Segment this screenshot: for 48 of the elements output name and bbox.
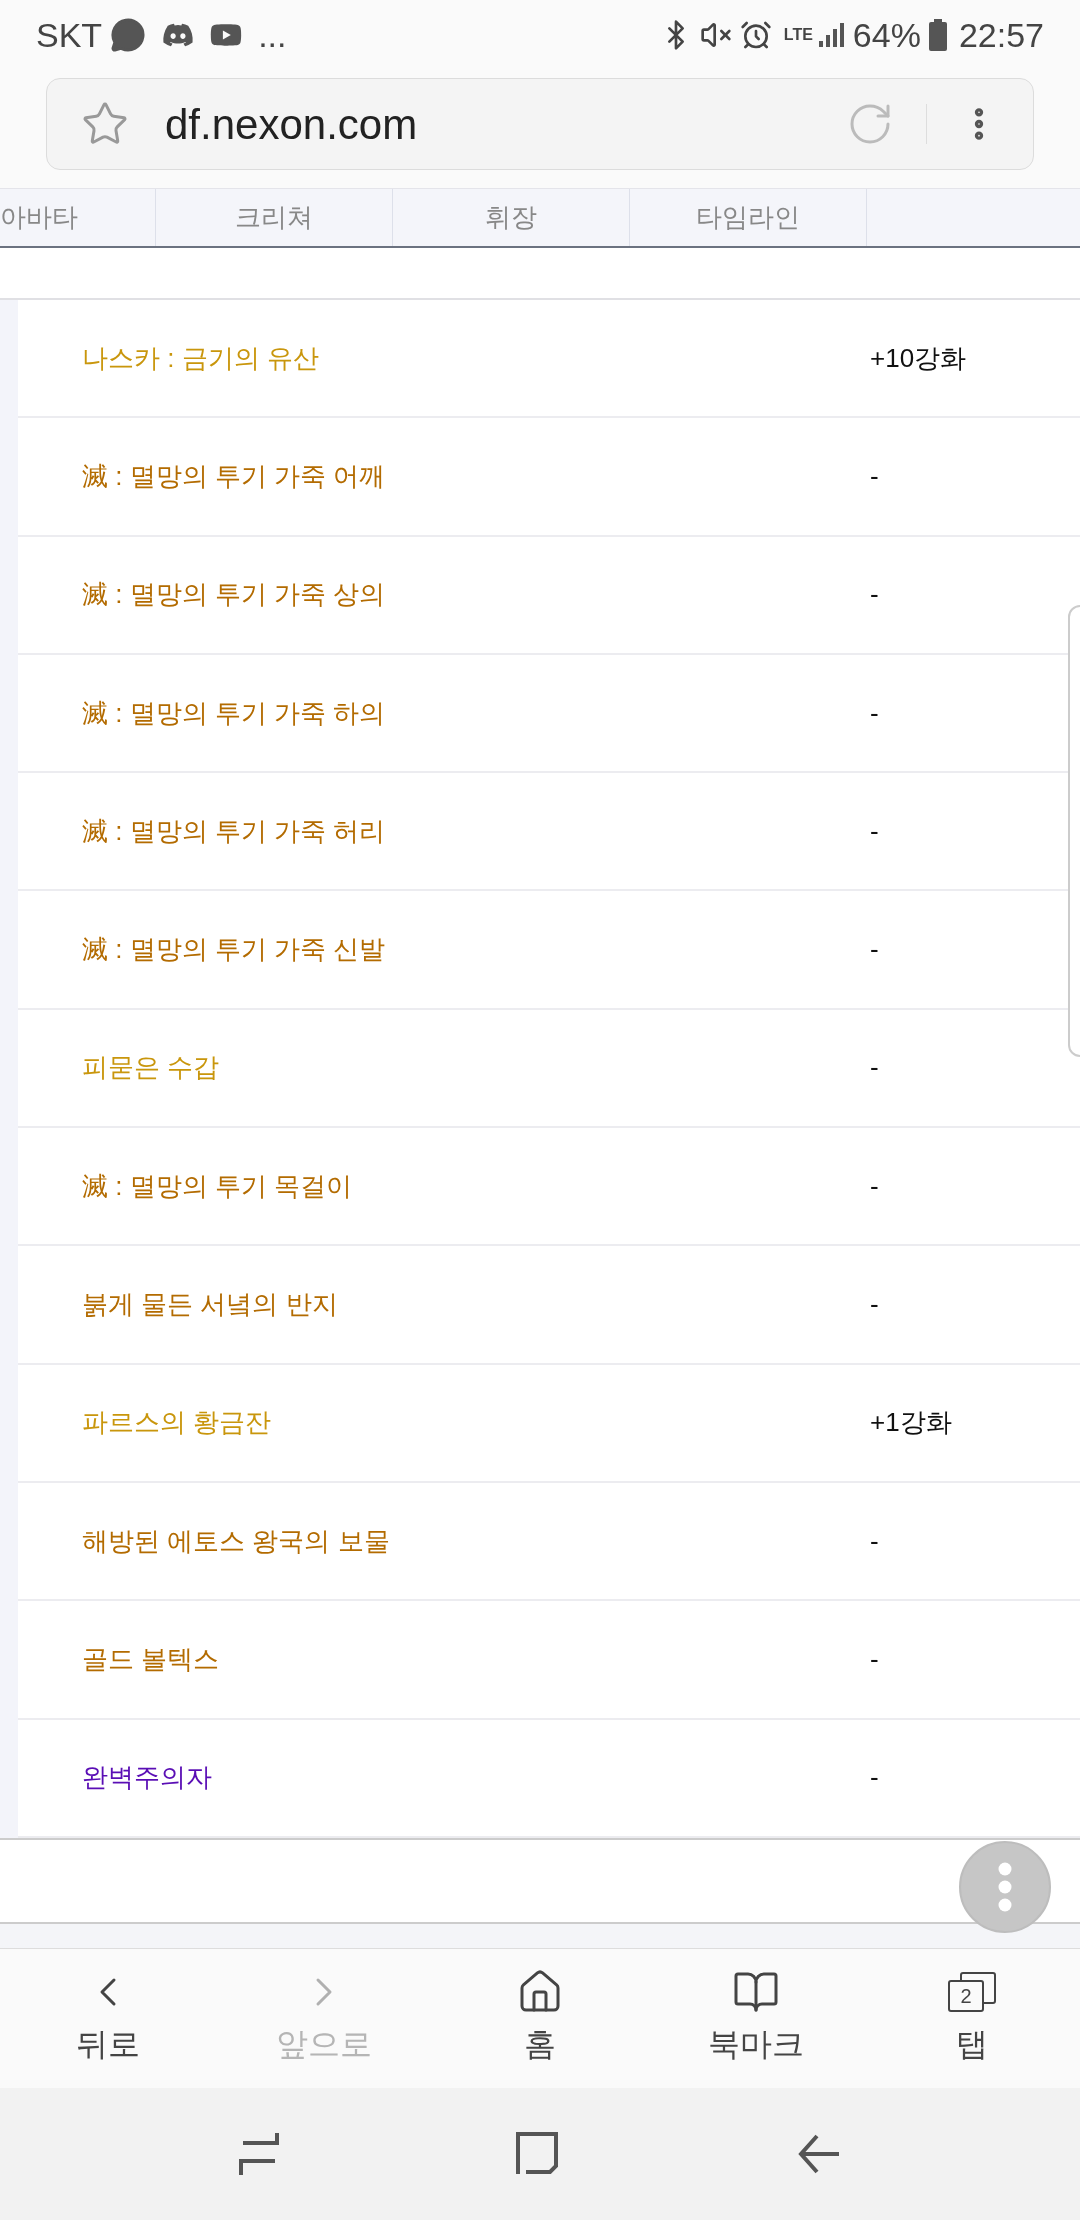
chat-bubble-icon — [110, 17, 147, 53]
nav-button[interactable]: 홈 — [432, 1948, 648, 2088]
enhancement-value: - — [870, 1169, 879, 1203]
enhancement-value: - — [870, 1524, 879, 1558]
item-name[interactable]: 피묻은 수갑 — [18, 1048, 870, 1088]
item-name[interactable]: 滅 : 멸망의 투기 가죽 하의 — [18, 693, 870, 733]
battery-icon — [928, 19, 947, 51]
alarm-icon — [739, 19, 772, 51]
carrier: SKT — [36, 14, 103, 56]
item-name[interactable]: 滅 : 멸망의 투기 가죽 어깨 — [18, 456, 870, 496]
address-bar[interactable]: df.nexon.com — [46, 78, 1034, 170]
enhancement-value: +1강화 — [870, 1406, 952, 1440]
battery-percent: 64% — [852, 14, 921, 56]
item-name[interactable]: 나스카 : 금기의 유산 — [18, 338, 870, 378]
enhancement-value: - — [870, 1761, 879, 1795]
item-name[interactable]: 파르스의 황금잔 — [18, 1403, 870, 1443]
clock: 22:57 — [958, 14, 1044, 56]
enhancement-value: - — [870, 459, 879, 493]
enhancement-value: - — [870, 1642, 879, 1676]
category-tab[interactable]: 휘장 — [393, 189, 630, 246]
network-type: LTE — [783, 25, 813, 45]
item-name[interactable]: 완벽주의자 — [18, 1758, 870, 1798]
item-name[interactable]: 滅 : 멸망의 투기 목걸이 — [18, 1166, 870, 1206]
home-key-icon[interactable] — [516, 2131, 560, 2176]
category-tab[interactable]: 타임라인 — [630, 189, 867, 246]
category-tab[interactable]: 아바타 — [0, 189, 156, 246]
item-name[interactable]: 滅 : 멸망의 투기 가죽 허리 — [18, 811, 870, 851]
more-icon — [998, 1862, 1012, 1912]
item-name[interactable]: 滅 : 멸망의 투기 가죽 신발 — [18, 930, 870, 970]
item-name[interactable]: 붉게 물든 서녘의 반지 — [18, 1285, 870, 1324]
item-name[interactable]: 해방된 에토스 왕국의 보물 — [18, 1521, 870, 1561]
item-name[interactable]: 골드 볼텍스 — [18, 1639, 870, 1679]
signal-icon — [816, 21, 845, 49]
nav-button[interactable]: 2 탭 — [864, 1948, 1080, 2088]
category-tab[interactable]: 크리쳐 — [156, 189, 393, 246]
recent-apps-icon[interactable] — [238, 2130, 279, 2177]
enhancement-value: - — [870, 814, 879, 848]
nav-button[interactable]: 뒤로 — [0, 1948, 216, 2088]
enhancement-value: - — [870, 578, 879, 612]
enhancement-value: - — [870, 933, 879, 967]
nav-button[interactable]: 북마크 — [648, 1948, 864, 2088]
enhancement-value: +10강화 — [870, 341, 967, 375]
url-text: df.nexon.com — [165, 99, 418, 150]
enhancement-value: - — [870, 1051, 879, 1085]
item-name[interactable]: 滅 : 멸망의 투기 가죽 상의 — [18, 575, 870, 615]
more-notifications: ... — [258, 14, 287, 56]
enhancement-value: - — [870, 696, 879, 730]
enhancement-value: - — [870, 1288, 879, 1321]
